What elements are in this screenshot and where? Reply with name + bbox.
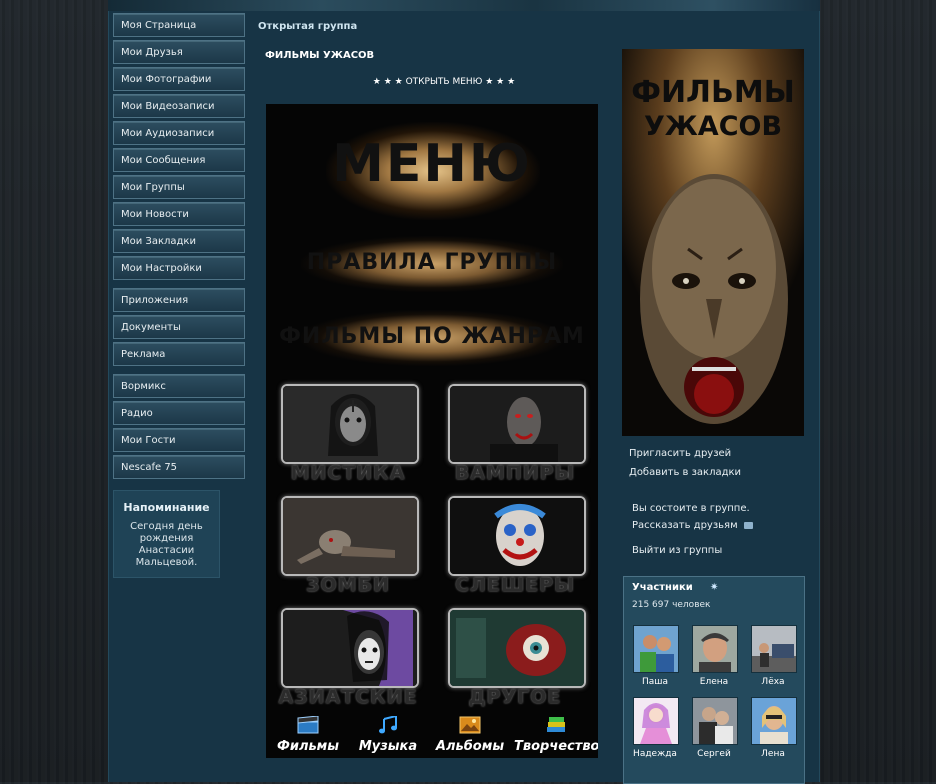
cover-title-line2: УЖАСОВ bbox=[643, 111, 783, 142]
member-avatar-lena[interactable] bbox=[751, 697, 797, 745]
member-avatar-sergey[interactable] bbox=[692, 697, 738, 745]
tile-label-mystic: МИСТИКА bbox=[290, 462, 406, 484]
member-avatar-elena[interactable] bbox=[692, 625, 738, 673]
membership-status: Вы состоите в группе. bbox=[632, 503, 750, 514]
sidebar-item-settings[interactable]: Мои Настройки bbox=[113, 256, 245, 280]
sidebar-item-groups[interactable]: Мои Группы bbox=[113, 175, 245, 199]
books-stack-icon bbox=[547, 717, 565, 732]
sidebar-item-news[interactable]: Мои Новости bbox=[113, 202, 245, 226]
member-name[interactable]: Надежда bbox=[627, 749, 683, 759]
vampire-image bbox=[450, 386, 584, 462]
top-banner bbox=[108, 0, 820, 11]
sidebar-item-messages[interactable]: Мои Сообщения bbox=[113, 148, 245, 172]
sidebar-item-bookmarks[interactable]: Мои Закладки bbox=[113, 229, 245, 253]
tile-label-zombies: ЗОМБИ bbox=[306, 574, 390, 596]
birthday-reminder: Напоминание Сегодня день рождения Анаста… bbox=[113, 490, 220, 578]
sidebar-item-audio[interactable]: Мои Аудиозаписи bbox=[113, 121, 245, 145]
member-avatar-lyokha[interactable] bbox=[751, 625, 797, 673]
invite-friends-link[interactable]: Пригласить друзей bbox=[629, 448, 731, 459]
slasher-image bbox=[450, 498, 584, 574]
nav-music-label: Музыка bbox=[358, 739, 418, 754]
add-bookmark-link[interactable]: Добавить в закладки bbox=[629, 467, 741, 478]
poster-rules-link[interactable]: ПРАВИЛА ГРУППЫ bbox=[266, 250, 598, 275]
member-name[interactable]: Лёха bbox=[745, 677, 801, 687]
group-cover-image[interactable]: ФИЛЬМЫ УЖАСОВ bbox=[622, 49, 804, 436]
tile-label-vampires: ВАМПИРЫ bbox=[454, 462, 576, 484]
sidebar-item-documents[interactable]: Документы bbox=[113, 315, 245, 339]
sidebar-item-friends[interactable]: Мои Друзья bbox=[113, 40, 245, 64]
speech-bubble-icon bbox=[743, 522, 753, 529]
sidebar-item-wormix[interactable]: Вормикс bbox=[113, 374, 245, 398]
nav-music[interactable]: Музыка bbox=[354, 710, 422, 758]
nav-creativity[interactable]: Творчество bbox=[514, 710, 598, 758]
reminder-text[interactable]: Сегодня день рождения Анастасии Мальцево… bbox=[114, 521, 219, 569]
tile-label-slashers: СЛЕШЕРЫ bbox=[455, 574, 575, 596]
avatar-photo bbox=[693, 626, 737, 672]
group-title: ФИЛЬМЫ УЖАСОВ bbox=[265, 50, 375, 61]
sparkle-icon: ✷ bbox=[710, 582, 719, 593]
nav-films-label: Фильмы bbox=[276, 739, 340, 754]
member-avatar-nadezhda[interactable] bbox=[633, 697, 679, 745]
sidebar-item-radio[interactable]: Радио bbox=[113, 401, 245, 425]
tile-label-asian: АЗИАТСКИЕ bbox=[278, 686, 418, 708]
tell-friends-link[interactable]: Рассказать друзьям bbox=[632, 520, 753, 531]
tile-mystic[interactable] bbox=[281, 384, 419, 464]
sidebar-item-guests[interactable]: Мои Гости bbox=[113, 428, 245, 452]
avatar-photo bbox=[752, 698, 796, 744]
avatar-photo bbox=[634, 626, 678, 672]
tile-vampires[interactable] bbox=[448, 384, 586, 464]
member-avatar-pasha[interactable] bbox=[633, 625, 679, 673]
leave-group-link[interactable]: Выйти из группы bbox=[632, 545, 722, 556]
member-name[interactable]: Лена bbox=[745, 749, 801, 759]
poster-menu-title: МЕНЮ bbox=[332, 134, 532, 194]
poster-bottom-nav: Фильмы Музыка Альбомы Творчество bbox=[266, 710, 598, 758]
open-menu-link[interactable]: ★ ★ ★ ОТКРЫТЬ МЕНЮ ★ ★ ★ bbox=[266, 77, 622, 87]
member-name[interactable]: Сергей bbox=[686, 749, 742, 759]
sidebar-item-my-page[interactable]: Моя Страница bbox=[113, 13, 245, 37]
sidebar-item-videos[interactable]: Мои Видеозаписи bbox=[113, 94, 245, 118]
photo-album-icon bbox=[459, 716, 481, 734]
reminder-title: Напоминание bbox=[123, 501, 210, 514]
member-name[interactable]: Елена bbox=[686, 677, 742, 687]
nav-albums[interactable]: Альбомы bbox=[432, 710, 508, 758]
group-menu-poster: МЕНЮ ПРАВИЛА ГРУППЫ ФИЛЬМЫ ПО ЖАНРАМ МИС… bbox=[266, 104, 598, 758]
nav-albums-label: Альбомы bbox=[435, 739, 505, 754]
film-clapper-icon bbox=[297, 716, 319, 734]
other-horror-image bbox=[450, 610, 584, 686]
members-panel: Участники ✷ 215 697 человек Паша Елена Л… bbox=[623, 576, 805, 784]
members-count: 215 697 человек bbox=[632, 600, 711, 610]
avatar-photo bbox=[634, 698, 678, 744]
members-title[interactable]: Участники bbox=[632, 582, 693, 593]
sidebar-menu: Моя Страница Мои Друзья Мои Фотографии М… bbox=[113, 13, 245, 482]
sidebar-item-ads[interactable]: Реклама bbox=[113, 342, 245, 366]
tile-zombies[interactable] bbox=[281, 496, 419, 576]
tile-label-other: ДРУГОЕ bbox=[468, 686, 562, 708]
tile-slashers[interactable] bbox=[448, 496, 586, 576]
sidebar-item-photos[interactable]: Мои Фотографии bbox=[113, 67, 245, 91]
group-type-label: Открытая группа bbox=[258, 21, 358, 32]
music-note-icon bbox=[379, 716, 397, 734]
mystic-image bbox=[283, 386, 417, 462]
zombie-image bbox=[283, 498, 417, 574]
tell-friends-label: Рассказать друзьям bbox=[632, 520, 738, 531]
sidebar-item-apps[interactable]: Приложения bbox=[113, 288, 245, 312]
nav-creativity-label: Творчество bbox=[514, 739, 598, 754]
nav-films[interactable]: Фильмы bbox=[270, 710, 346, 758]
poster-genres-link[interactable]: ФИЛЬМЫ ПО ЖАНРАМ bbox=[266, 324, 598, 349]
avatar-photo bbox=[752, 626, 796, 672]
tile-asian[interactable] bbox=[281, 608, 419, 688]
avatar-photo bbox=[693, 698, 737, 744]
tile-other[interactable] bbox=[448, 608, 586, 688]
asian-horror-image bbox=[283, 610, 417, 686]
cover-title-line1: ФИЛЬМЫ bbox=[631, 75, 795, 110]
sidebar-item-nescafe[interactable]: Nescafe 75 bbox=[113, 455, 245, 479]
member-name[interactable]: Паша bbox=[627, 677, 683, 687]
